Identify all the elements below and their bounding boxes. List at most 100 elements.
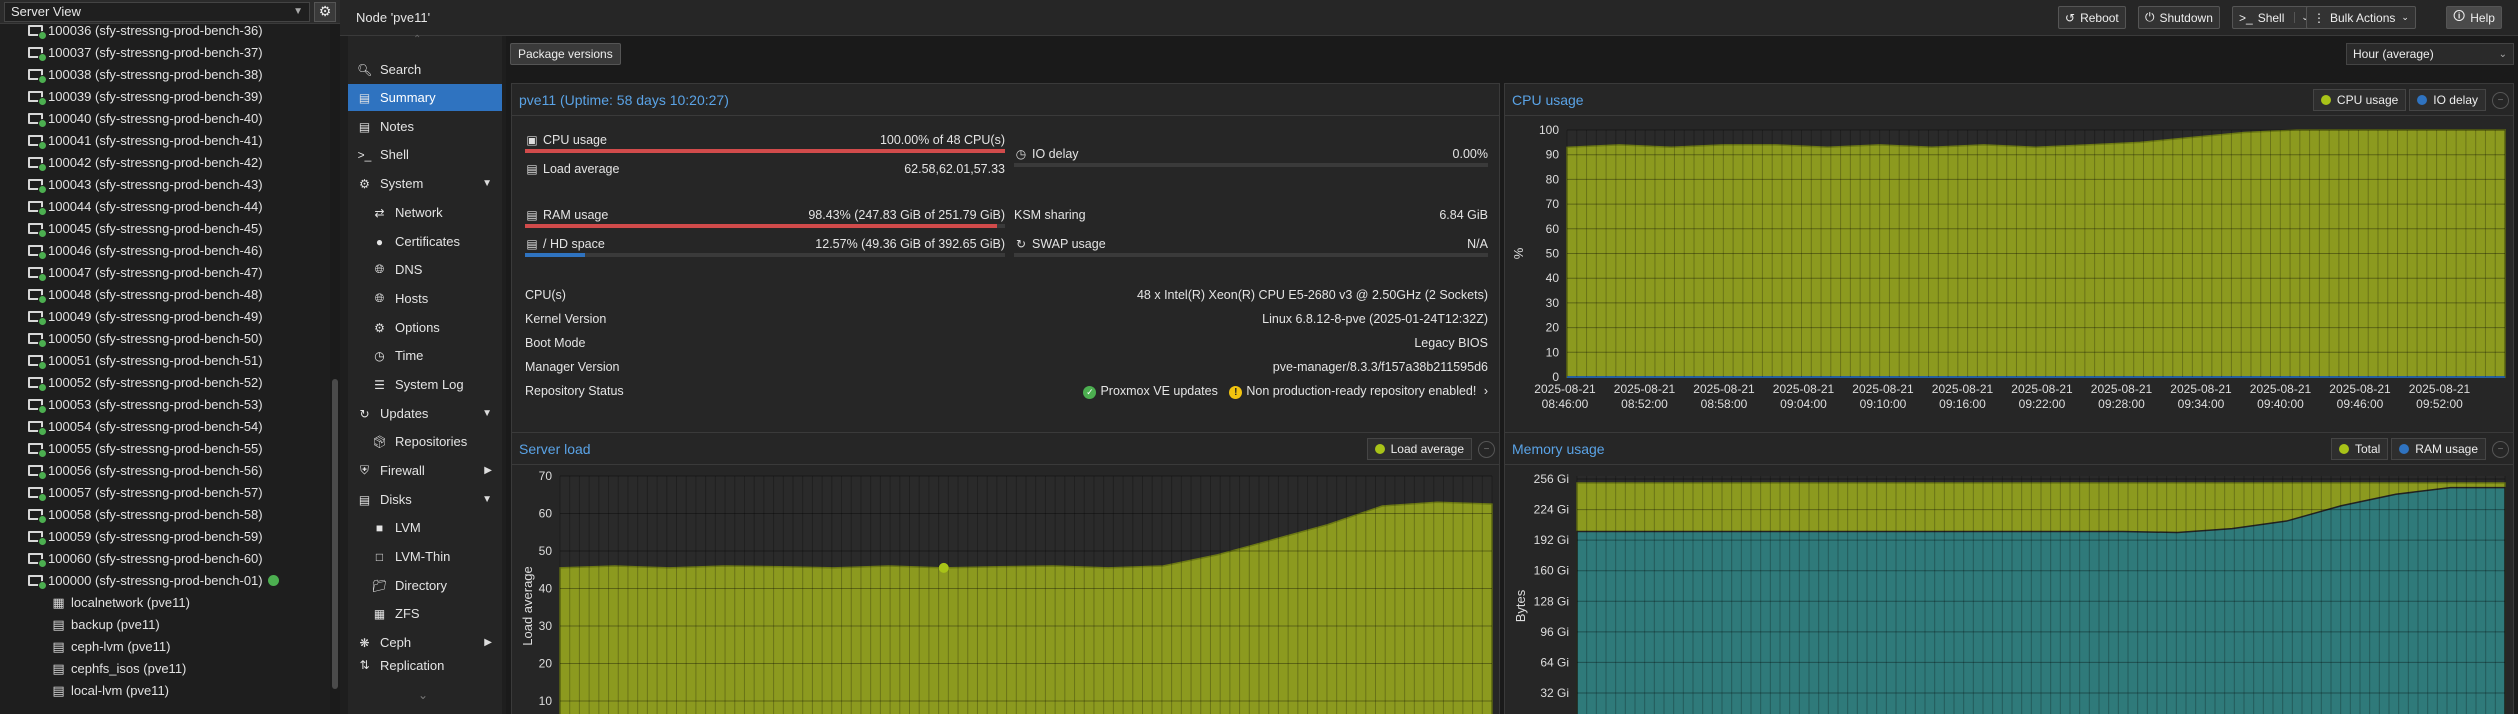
refresh-icon: ↻ <box>359 406 370 421</box>
tree-vm-item[interactable]: 100060 (sfy-stressng-prod-bench-60) <box>0 547 330 569</box>
bulk-actions-button[interactable]: ⋮ Bulk Actions ⌄ <box>2306 6 2416 29</box>
tree-vm-item[interactable]: 100036 (sfy-stressng-prod-bench-36) <box>0 24 330 41</box>
gear-icon[interactable]: ⚙ <box>314 1 336 22</box>
legend-ram-usage[interactable]: RAM usage <box>2391 438 2486 460</box>
tree-vm-item[interactable]: 100059 (sfy-stressng-prod-bench-59) <box>0 525 330 547</box>
legend-total[interactable]: Total <box>2330 438 2389 460</box>
nav-time[interactable]: ◷ Time <box>348 342 502 369</box>
nav-hosts[interactable]: 🌐︎ Hosts <box>348 285 502 312</box>
nav-scroll-down-icon[interactable]: ⌄ <box>418 688 428 702</box>
view-selector[interactable]: Server View ▼ <box>4 1 310 22</box>
help-button[interactable]: 🛈 Help <box>2446 6 2502 29</box>
repository-status-value[interactable]: ✓ Proxmox VE updates ! Non production-read… <box>525 384 1488 399</box>
nav-certificates[interactable]: ● Certificates <box>348 228 502 255</box>
tree-vm-item[interactable]: 100046 (sfy-stressng-prod-bench-46) <box>0 239 330 261</box>
tree-vm-item[interactable]: 100052 (sfy-stressng-prod-bench-52) <box>0 371 330 393</box>
tree-vm-item[interactable]: 100054 (sfy-stressng-prod-bench-54) <box>0 415 330 437</box>
nav-scroll-up-icon[interactable]: ⌃ <box>413 34 421 45</box>
x-tick-time: 09:34:00 <box>2178 397 2225 411</box>
globe-icon: 🌐︎ <box>374 291 385 305</box>
legend-load-average[interactable]: Load average <box>1366 438 1472 460</box>
nav-search[interactable]: 🔍︎ Search <box>348 56 502 83</box>
tree-vm-item[interactable]: 100055 (sfy-stressng-prod-bench-55) <box>0 437 330 459</box>
y-tick-label: 90 <box>1546 148 1560 162</box>
folder-icon: 📁︎ <box>372 578 388 593</box>
nav-dns[interactable]: 🌐︎ DNS <box>348 256 502 283</box>
tree-vm-item[interactable]: 100058 (sfy-stressng-prod-bench-58) <box>0 503 330 525</box>
tree-vm-item[interactable]: 100047 (sfy-stressng-prod-bench-47) <box>0 261 330 283</box>
legend-cpu-usage[interactable]: CPU usage <box>2312 89 2407 111</box>
scrollbar-thumb[interactable] <box>332 379 338 689</box>
nav-lvm[interactable]: ■ LVM <box>348 514 502 541</box>
vm-running-icon <box>28 398 47 414</box>
vm-running-icon <box>28 46 47 62</box>
collapse-icon[interactable]: − <box>2492 440 2509 458</box>
nav-network[interactable]: ⇄ Network <box>348 199 502 226</box>
tree-vm-item[interactable]: 100048 (sfy-stressng-prod-bench-48) <box>0 283 330 305</box>
tree-vm-item[interactable]: 100043 (sfy-stressng-prod-bench-43) <box>0 173 330 195</box>
tree-vm-item[interactable]: 100039 (sfy-stressng-prod-bench-39) <box>0 85 330 107</box>
tree-resource-item[interactable]: ▤ backup (pve11) <box>0 613 330 635</box>
tree-vm-item[interactable]: 100044 (sfy-stressng-prod-bench-44) <box>0 195 330 217</box>
tree-vm-item[interactable]: 100053 (sfy-stressng-prod-bench-53) <box>0 393 330 415</box>
x-tick-time: 09:40:00 <box>2257 397 2304 411</box>
tree-vm-item[interactable]: 100051 (sfy-stressng-prod-bench-51) <box>0 349 330 371</box>
nav-firewall[interactable]: ⛨ Firewall ▶ <box>348 457 502 484</box>
tree-vm-item[interactable]: 100040 (sfy-stressng-prod-bench-40) <box>0 107 330 129</box>
ram-usage-fill <box>525 224 998 228</box>
tree-scrollbar[interactable] <box>330 24 340 714</box>
tree-resource-item[interactable]: ▦ localnetwork (pve11) <box>0 591 330 613</box>
tree-vm-item[interactable]: 100037 (sfy-stressng-prod-bench-37) <box>0 41 330 63</box>
y-tick-label: 30 <box>1546 296 1560 310</box>
nav-ceph[interactable]: ❋ Ceph ▶ <box>348 629 502 656</box>
tree-vm-item[interactable]: 100056 (sfy-stressng-prod-bench-56) <box>0 459 330 481</box>
reboot-button[interactable]: ↺ Reboot <box>2058 6 2126 29</box>
nav-notes[interactable]: ▤ Notes <box>348 113 502 140</box>
cogs-icon: ⚙ <box>359 176 370 191</box>
collapse-icon[interactable]: − <box>1478 440 1495 458</box>
node-status-panel: pve11 (Uptime: 58 days 10:20:27) ▣ CPU us… <box>511 83 1500 458</box>
tree-resource-item[interactable]: ▤ ceph-lvm (pve11) <box>0 635 330 657</box>
tree-vm-item[interactable]: 100045 (sfy-stressng-prod-bench-45) <box>0 217 330 239</box>
nav-updates[interactable]: ↻ Updates ▼ <box>348 400 502 427</box>
tree-resource-item[interactable]: ▤ cephfs_isos (pve11) <box>0 657 330 679</box>
legend-io-delay[interactable]: IO delay <box>2409 89 2486 111</box>
nav-system[interactable]: ⚙ System ▼ <box>348 170 502 197</box>
resource-tree: 100036 (sfy-stressng-prod-bench-36) 10003… <box>0 24 330 714</box>
nav-options[interactable]: ⚙ Options <box>348 314 502 341</box>
nav-replication[interactable]: ⇅ Replication <box>348 658 502 672</box>
tree-vm-item[interactable]: 100049 (sfy-stressng-prod-bench-49) <box>0 305 330 327</box>
tree-resource-item[interactable]: ▤ local-lvm (pve11) <box>0 679 330 701</box>
shell-button[interactable]: >_Shell⌄ <box>2232 6 2316 29</box>
tree-vm-item[interactable]: 100038 (sfy-stressng-prod-bench-38) <box>0 63 330 85</box>
replication-icon: ⇅ <box>359 658 370 672</box>
nav-zfs[interactable]: ▦ ZFS <box>348 600 502 627</box>
load-chart-title: Server load <box>519 441 591 457</box>
tree-vm-item[interactable]: 100057 (sfy-stressng-prod-bench-57) <box>0 481 330 503</box>
boot-mode-value: Legacy BIOS <box>1414 336 1488 350</box>
nav-lvm-thin[interactable]: □ LVM-Thin <box>348 543 502 570</box>
timeframe-select[interactable]: Hour (average) ⌄ <box>2346 43 2514 65</box>
nav-summary[interactable]: ▤ Summary <box>348 84 502 111</box>
vm-label: 100040 (sfy-stressng-prod-bench-40) <box>48 110 263 126</box>
y-tick-label: 80 <box>1546 172 1560 186</box>
package-versions-button[interactable]: Package versions <box>510 43 621 65</box>
nav-directory[interactable]: 📁︎ Directory <box>348 572 502 599</box>
x-tick-date: 2025-08-21 <box>2170 382 2232 396</box>
nav-repositories[interactable]: 📦︎ Repositories <box>348 428 502 455</box>
tree-header: Server View ▼ ⚙ <box>0 0 340 24</box>
vm-label: 100060 (sfy-stressng-prod-bench-60) <box>48 550 263 566</box>
collapse-icon[interactable]: − <box>2492 91 2509 109</box>
y-tick-label: 60 <box>539 507 553 521</box>
resource-label: cephfs_isos (pve11) <box>71 660 187 676</box>
vm-label: 100045 (sfy-stressng-prod-bench-45) <box>48 220 263 236</box>
shutdown-button[interactable]: ⏻ Shutdown <box>2138 6 2220 29</box>
tree-vm-item[interactable]: 100042 (sfy-stressng-prod-bench-42) <box>0 151 330 173</box>
nav-disks[interactable]: ▤ Disks ▼ <box>348 486 502 513</box>
nav-system-log[interactable]: ☰ System Log <box>348 371 502 398</box>
vm-running-icon <box>28 310 47 326</box>
nav-shell[interactable]: >_ Shell <box>348 141 502 168</box>
tree-vm-item[interactable]: 100041 (sfy-stressng-prod-bench-41) <box>0 129 330 151</box>
tree-vm-item[interactable]: 100050 (sfy-stressng-prod-bench-50) <box>0 327 330 349</box>
tree-vm-item-selected[interactable]: 100000 (sfy-stressng-prod-bench-01) <box>0 569 330 591</box>
